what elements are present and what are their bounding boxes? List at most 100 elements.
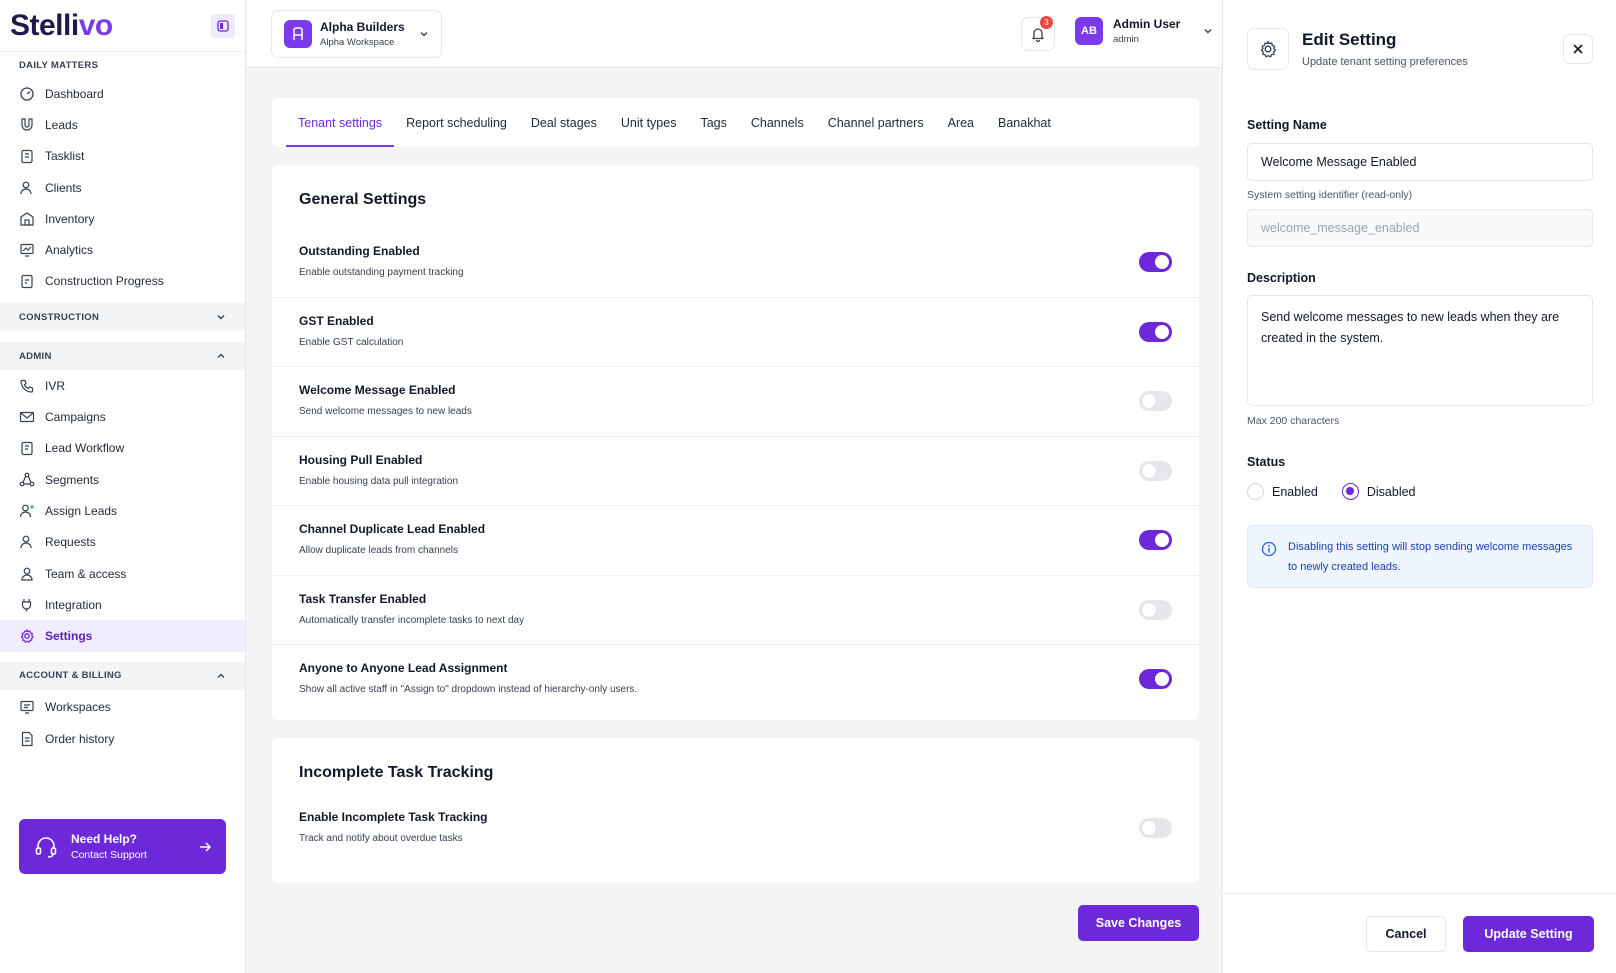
segments-icon	[19, 472, 35, 487]
setting-toggle[interactable]	[1139, 530, 1172, 550]
section-account-billing[interactable]: ACCOUNT & BILLING	[0, 661, 245, 690]
close-panel-button[interactable]	[1563, 34, 1593, 64]
panel-title: Edit Setting	[1302, 30, 1397, 49]
arrow-right-icon	[200, 841, 212, 852]
sidebar-item-ivr[interactable]: IVR	[0, 370, 245, 401]
tab-channel-partners[interactable]: Channel partners	[816, 98, 936, 147]
plug-icon	[21, 598, 32, 612]
tab-report-scheduling[interactable]: Report scheduling	[394, 98, 519, 147]
setting-name: Anyone to Anyone Lead Assignment	[299, 661, 508, 675]
setting-row[interactable]: Channel Duplicate Lead Enabled Allow dup…	[272, 506, 1199, 576]
save-changes-button[interactable]: Save Changes	[1078, 905, 1199, 941]
identifier-help-text: System setting identifier (read-only)	[1247, 189, 1413, 201]
workflow-icon	[21, 442, 33, 456]
tab-tenant-settings[interactable]: Tenant settings	[286, 98, 395, 147]
sidebar-item-inventory[interactable]: Inventory	[0, 203, 245, 234]
assign-user-icon	[19, 504, 34, 517]
setting-name-input[interactable]: Welcome Message Enabled	[1247, 143, 1593, 181]
setting-toggle[interactable]	[1139, 252, 1172, 272]
setting-row[interactable]: GST Enabled Enable GST calculation	[272, 298, 1199, 367]
setting-name: Welcome Message Enabled	[299, 383, 456, 397]
tab-tags[interactable]: Tags	[688, 98, 738, 147]
sidebar-item-tasklist[interactable]: Tasklist	[0, 141, 245, 172]
avatar: AB	[1075, 17, 1103, 45]
team-icon	[21, 567, 33, 581]
sidebar-item-leads[interactable]: Leads	[0, 109, 245, 140]
chevron-up-icon	[217, 673, 225, 678]
sidebar-item-workspaces[interactable]: Workspaces	[0, 692, 245, 723]
description-label: Description	[1247, 271, 1316, 285]
sidebar-item-clients[interactable]: Clients	[0, 172, 245, 203]
tab-deal-stages[interactable]: Deal stages	[519, 98, 609, 147]
notifications-button[interactable]: 3	[1021, 16, 1055, 51]
panel-footer: Cancel Update Setting	[1223, 893, 1616, 973]
workspace-switcher[interactable]: Alpha Builders Alpha Workspace	[271, 10, 442, 58]
section-admin[interactable]: ADMIN	[0, 342, 245, 371]
sidebar-item-analytics[interactable]: Analytics	[0, 234, 245, 265]
setting-description: Enable outstanding payment tracking	[299, 267, 464, 278]
setting-toggle[interactable]	[1139, 599, 1172, 620]
logo[interactable]: Stellivo	[10, 9, 113, 43]
chevron-down-icon	[1204, 29, 1212, 34]
setting-row[interactable]: Housing Pull Enabled Enable housing data…	[272, 437, 1199, 506]
clipboard-icon	[21, 150, 33, 164]
status-disabled-label[interactable]: Disabled	[1367, 485, 1416, 499]
help-card[interactable]: Need Help? Contact Support	[19, 819, 226, 874]
status-enabled-label[interactable]: Enabled	[1272, 485, 1318, 499]
setting-toggle[interactable]	[1139, 669, 1172, 689]
setting-identifier-field: welcome_message_enabled	[1247, 209, 1593, 247]
sidebar-item-integration[interactable]: Integration	[0, 589, 245, 620]
setting-row[interactable]: Task Transfer Enabled Automatically tran…	[272, 576, 1199, 645]
description-textarea[interactable]: Send welcome messages to new leads when …	[1247, 295, 1593, 406]
setting-row[interactable]: Welcome Message Enabled Send welcome mes…	[272, 367, 1199, 437]
sidebar-item-label: Segments	[45, 472, 100, 487]
setting-toggle[interactable]	[1139, 460, 1172, 481]
clipboard-progress-icon	[21, 275, 33, 289]
document-icon	[21, 731, 33, 746]
user-menu[interactable]: AB Admin User admin	[1075, 17, 1213, 45]
setting-name: GST Enabled	[299, 313, 374, 328]
setting-toggle[interactable]	[1139, 818, 1172, 838]
sidebar-item-campaigns[interactable]: Campaigns	[0, 401, 245, 432]
cancel-button[interactable]: Cancel	[1366, 916, 1446, 952]
setting-toggle[interactable]	[1139, 391, 1172, 411]
setting-name: Channel Duplicate Lead Enabled	[299, 522, 486, 536]
panel-settings-icon-box	[1247, 28, 1289, 70]
sidebar-item-order-history[interactable]: Order history	[0, 723, 245, 754]
sidebar-item-requests[interactable]: Requests	[0, 527, 245, 558]
setting-row[interactable]: Outstanding Enabled Enable outstanding p…	[272, 228, 1199, 298]
tab-unit-types[interactable]: Unit types	[609, 98, 689, 147]
setting-toggle[interactable]	[1139, 321, 1172, 342]
settings-tabs: Tenant settings Report scheduling Deal sta…	[272, 98, 1199, 147]
update-setting-button[interactable]: Update Setting	[1463, 916, 1594, 952]
help-subtitle: Contact Support	[71, 849, 147, 861]
incomplete-task-title: Incomplete Task Tracking	[299, 764, 494, 781]
mail-icon	[19, 411, 35, 423]
setting-row[interactable]: Anyone to Anyone Lead Assignment Show al…	[272, 645, 1199, 715]
info-text: Disabling this setting will stop sending…	[1288, 541, 1573, 573]
sidebar-item-assign-leads[interactable]: Assign Leads	[0, 495, 245, 526]
sidebar-item-label: Settings	[45, 629, 93, 644]
sidebar-item-construction-progress[interactable]: Construction Progress	[0, 266, 245, 297]
sidebar: Stellivo DAILY MATTERS Dashboard Leads T…	[0, 0, 246, 973]
status-enabled-radio[interactable]	[1247, 483, 1264, 500]
headset-icon	[35, 836, 57, 858]
setting-row[interactable]: Enable Incomplete Task Tracking Track an…	[272, 794, 1199, 864]
setting-description: Track and notify about overdue tasks	[299, 833, 463, 844]
sidebar-item-lead-workflow[interactable]: Lead Workflow	[0, 433, 245, 464]
sidebar-collapse-button[interactable]	[211, 13, 235, 38]
workspace-avatar	[284, 20, 312, 48]
sidebar-item-settings[interactable]: Settings	[0, 620, 245, 652]
sidebar-item-segments[interactable]: Segments	[0, 464, 245, 495]
tab-area[interactable]: Area	[936, 98, 986, 147]
tab-banakhat[interactable]: Banakhat	[986, 98, 1063, 147]
setting-description: Enable GST calculation	[299, 336, 404, 348]
status-label: Status	[1247, 455, 1286, 469]
tab-channels[interactable]: Channels	[739, 98, 816, 147]
topbar: Alpha Builders Alpha Workspace 3 AB Admi…	[247, 0, 1222, 68]
gear-icon	[20, 629, 34, 643]
sidebar-item-dashboard[interactable]: Dashboard	[0, 78, 245, 109]
status-disabled-radio[interactable]	[1341, 483, 1359, 500]
section-construction[interactable]: CONSTRUCTION	[0, 303, 245, 332]
sidebar-item-team-and-access[interactable]: Team & access	[0, 558, 245, 589]
